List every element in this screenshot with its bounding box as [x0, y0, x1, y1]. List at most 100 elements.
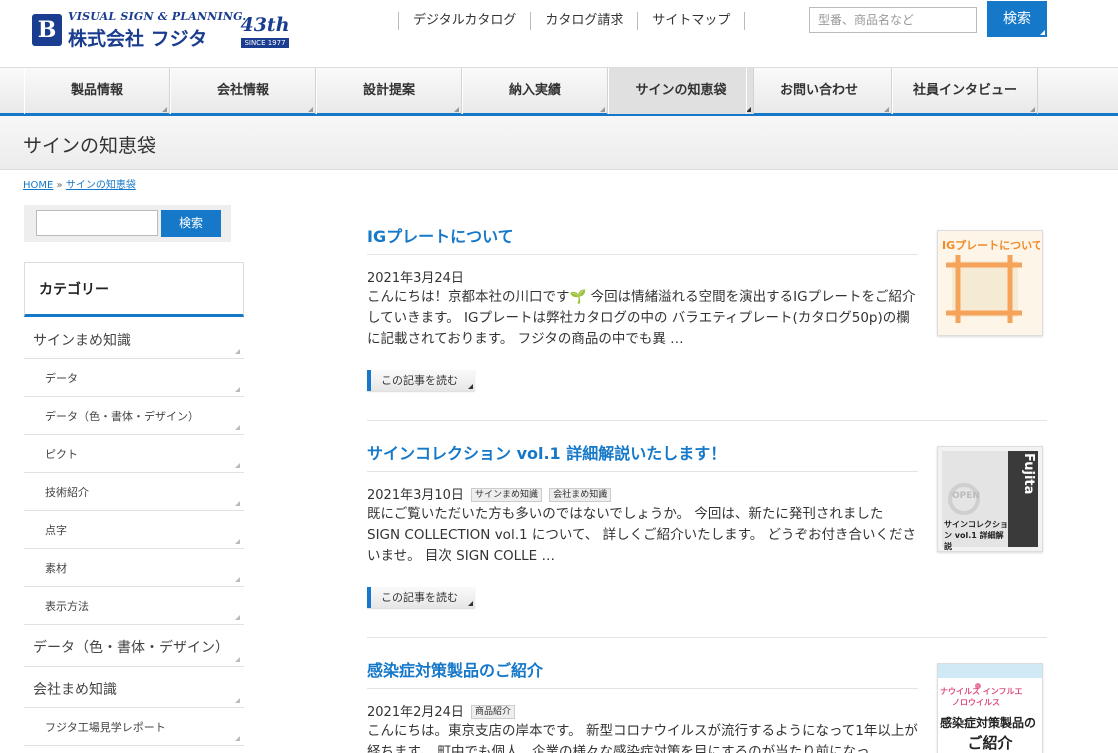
sidebar-item-company-trivia[interactable]: 会社まめ知識	[24, 667, 244, 708]
corner-arrow-icon	[235, 539, 240, 544]
corner-arrow-icon	[235, 698, 240, 703]
article-date: 2021年2月24日 商品紹介	[367, 701, 516, 720]
nav-design-proposal[interactable]: 設計提案	[316, 68, 462, 114]
global-nav: 製品情報 会社情報 設計提案 納入実績 サインの知恵袋 お問い合わせ 社員インタ…	[0, 67, 1118, 116]
nav-label: 会社情報	[216, 83, 269, 98]
sidebar-item-technology[interactable]: 技術紹介	[24, 473, 244, 511]
utility-divider	[744, 12, 746, 30]
corner-arrow-icon	[235, 657, 240, 662]
corner-arrow-icon	[454, 107, 459, 112]
article-excerpt: こんにちは！京都本社の川口です🌱 今回は情緒溢れる空間を演出するIGプレートをご…	[367, 289, 916, 347]
nav-delivery-record[interactable]: 納入実績	[462, 68, 608, 114]
sidebar-item-sign-trivia[interactable]: サインまめ知識	[24, 320, 244, 359]
sidebar-item-label: 会社まめ知識	[33, 682, 117, 698]
article-card: IGプレートについて 2021年3月24日 こんにちは！京都本社の川口です🌱 今…	[367, 223, 1047, 421]
sidebar-item-pictogram[interactable]: ピクト	[24, 435, 244, 473]
sidebar-item-label: 点字	[45, 524, 67, 537]
corner-arrow-icon	[468, 384, 473, 389]
corner-arrow-icon	[1040, 30, 1045, 35]
thumbnail-brand: Fujita	[1021, 453, 1036, 495]
corner-arrow-icon	[162, 107, 167, 112]
category-heading: カテゴリー	[24, 262, 244, 317]
article-thumbnail[interactable]: ナウイルス インフルエ ノロウイルス 感染症対策製品の ご紹介	[937, 663, 1043, 753]
breadcrumb-separator: »	[56, 180, 63, 191]
thumbnail-word: インフルエ	[982, 687, 1023, 696]
article-divider	[367, 637, 1047, 638]
breadcrumb-home[interactable]: HOME	[23, 180, 53, 191]
site-header: B VISUAL SIGN & PLANNING. 株式会社 フジタ 43th …	[0, 0, 1118, 67]
corner-arrow-icon	[468, 601, 473, 606]
thumbnail-caption-sub: ご紹介	[967, 734, 1013, 752]
link-digital-catalog[interactable]: デジタルカタログ	[398, 12, 530, 30]
sidebar-item-label: サインまめ知識	[33, 333, 131, 349]
nav-label: サインの知恵袋	[635, 83, 727, 98]
sidebar-search: 検索	[24, 205, 231, 242]
article-divider	[367, 420, 1047, 421]
sidebar-item-display-methods[interactable]: 表示方法	[24, 587, 244, 625]
nav-label: 製品情報	[70, 83, 123, 98]
article-title[interactable]: IGプレートについて	[367, 223, 918, 255]
nav-company[interactable]: 会社情報	[170, 68, 316, 114]
sidebar-search-input[interactable]	[36, 210, 158, 236]
nav-label: 納入実績	[508, 83, 561, 98]
read-more-button[interactable]: この記事を読む	[367, 370, 475, 391]
article-date: 2021年3月24日	[367, 271, 464, 286]
article-title[interactable]: サインコレクション vol.1 詳細解説いたします！	[367, 440, 918, 472]
sidebar-item-data-color-font-design[interactable]: データ（色・書体・デザイン）	[24, 397, 244, 435]
sidebar-item-braille[interactable]: 点字	[24, 511, 244, 549]
nav-label: お問い合わせ	[779, 83, 858, 98]
article-card: 感染症対策製品のご紹介 2021年2月24日 商品紹介 こんにちは。東京支店の岸…	[367, 657, 1047, 753]
sidebar-item-label: データ（色・書体・デザイン）	[33, 640, 229, 656]
sidebar-item-materials[interactable]: 素材	[24, 549, 244, 587]
nav-staff-interview[interactable]: 社員インタビュー	[892, 68, 1038, 114]
link-catalog-request[interactable]: カタログ請求	[530, 12, 637, 30]
sidebar-item-label: 素材	[45, 562, 67, 575]
breadcrumb-current[interactable]: サインの知恵袋	[66, 180, 136, 191]
nav-sign-knowledge[interactable]: サインの知恵袋	[608, 68, 754, 114]
logo-tagline: VISUAL SIGN & PLANNING.	[68, 10, 247, 23]
sidebar-item-label: 技術紹介	[45, 486, 89, 499]
corner-arrow-icon	[235, 501, 240, 506]
anniversary-since: SINCE 1977	[241, 38, 289, 48]
article-excerpt: 既にご覧いただいた方も多いのではないでしょうか。 今回は、新たに発刊されました …	[367, 506, 917, 564]
article-tag[interactable]: 商品紹介	[471, 705, 516, 719]
sidebar-item-label: データ（色・書体・デザイン）	[45, 410, 199, 423]
sidebar-item-factory-tour-report[interactable]: フジタ工場見学レポート	[24, 708, 244, 746]
article-title[interactable]: 感染症対策製品のご紹介	[367, 657, 918, 689]
page-title: サインの知恵袋	[23, 135, 157, 157]
corner-arrow-icon	[235, 577, 240, 582]
header-search-input[interactable]: 型番、商品名など	[809, 7, 977, 33]
article-thumbnail[interactable]: Fujita OPEN サインコレクション vol.1 詳細解説	[937, 446, 1043, 552]
article-tag[interactable]: 会社まめ知識	[549, 488, 612, 502]
article-tag[interactable]: サインまめ知識	[471, 488, 543, 502]
thumbnail-word: ナウイルス	[940, 687, 980, 696]
article-excerpt: こんにちは。東京支店の岸本です。 新型コロナウイルスが流行するようになって1年以…	[367, 723, 918, 753]
header-search-button[interactable]: 検索	[987, 1, 1047, 37]
nav-label: 設計提案	[362, 83, 415, 98]
logo-mark: B	[32, 14, 62, 46]
logo-company-name: 株式会社 フジタ	[68, 28, 208, 50]
thumbnail-open: OPEN	[952, 491, 980, 501]
corner-arrow-icon	[600, 107, 605, 112]
sidebar-item-data[interactable]: データ	[24, 359, 244, 397]
nav-contact[interactable]: お問い合わせ	[746, 68, 892, 114]
page-title-band: サインの知恵袋	[0, 116, 1118, 170]
corner-arrow-icon	[1030, 107, 1035, 112]
nav-products[interactable]: 製品情報	[24, 68, 170, 114]
read-more-button[interactable]: この記事を読む	[367, 587, 475, 608]
thumbnail-virus-labels: ナウイルス インフルエ ノロウイルス	[940, 686, 1040, 708]
breadcrumb: HOME » サインの知恵袋	[23, 176, 136, 191]
article-date-text: 2021年3月10日	[367, 488, 464, 503]
sidebar-search-button[interactable]: 検索	[161, 210, 221, 237]
sidebar-item-data-color-font-design-top[interactable]: データ（色・書体・デザイン）	[24, 625, 244, 667]
utility-links: デジタルカタログ カタログ請求 サイトマップ	[398, 12, 746, 30]
link-sitemap[interactable]: サイトマップ	[637, 12, 744, 30]
header-search-label: 検索	[1003, 11, 1031, 27]
corner-arrow-icon	[235, 736, 240, 741]
thumbnail-caption: IGプレートについて	[942, 239, 1040, 252]
corner-arrow-icon	[235, 387, 240, 392]
read-more-label: この記事を読む	[381, 591, 458, 604]
article-thumbnail[interactable]: IGプレートについて	[937, 230, 1043, 336]
nav-label: 社員インタビュー	[912, 83, 1017, 98]
site-logo[interactable]: B VISUAL SIGN & PLANNING. 株式会社 フジタ 43th …	[32, 10, 292, 52]
